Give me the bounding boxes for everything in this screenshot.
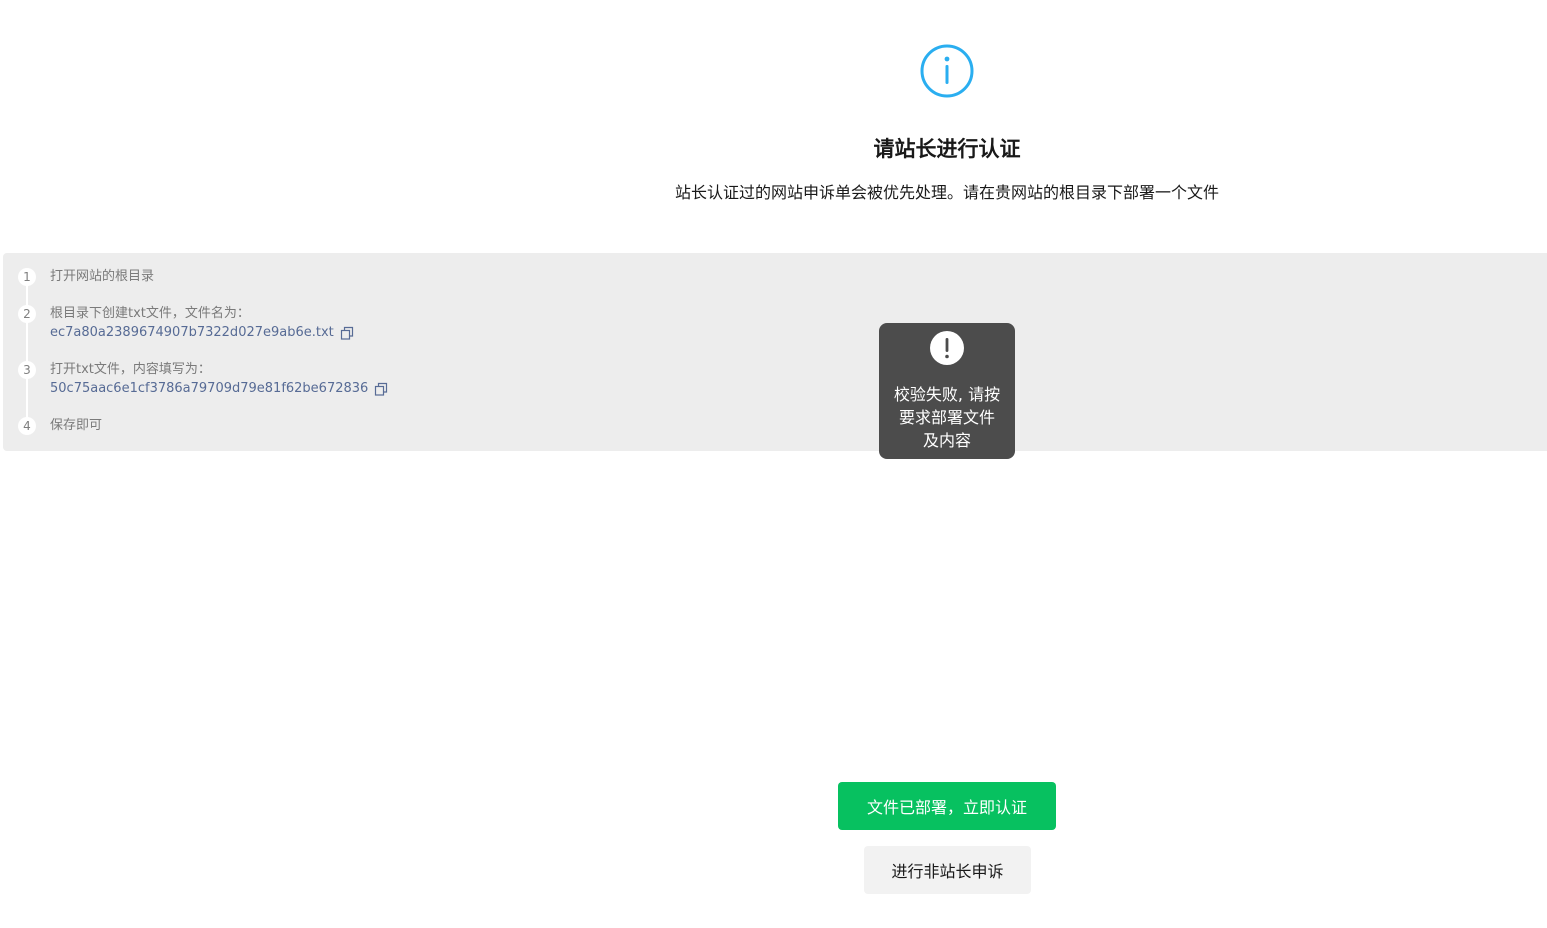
exclamation-circle-icon <box>930 331 964 365</box>
steps-connector-line <box>26 278 28 426</box>
copy-icon[interactable] <box>374 382 388 396</box>
file-content-value[interactable]: 50c75aac6e1cf3786a79709d79e81f62be672836 <box>50 381 368 396</box>
step-number: 3 <box>18 361 36 379</box>
error-toast: 校验失败, 请按 要求部署文件 及内容 <box>879 323 1015 459</box>
step-text: 打开txt文件，内容填写为： <box>50 362 211 377</box>
steps-panel <box>3 253 1547 451</box>
non-owner-appeal-button[interactable]: 进行非站长申诉 <box>864 846 1031 894</box>
file-content-row: 50c75aac6e1cf3786a79709d79e81f62be672836 <box>50 380 388 398</box>
verification-page: 请站长进行认证 站长认证过的网站申诉单会被优先处理。请在贵网站的根目录下部署一个… <box>0 0 1547 928</box>
toast-message: 校验失败, 请按 要求部署文件 及内容 <box>893 385 1001 450</box>
step-number: 2 <box>18 305 36 323</box>
page-title: 请站长进行认证 <box>873 137 1021 161</box>
copy-icon[interactable] <box>340 326 354 340</box>
step-number: 4 <box>18 417 36 435</box>
info-circle-icon <box>920 44 974 98</box>
step-text: 根目录下创建txt文件，文件名为： <box>50 306 250 321</box>
file-name-row: ec7a80a2389674907b7322d027e9ab6e.txt <box>50 324 354 342</box>
step-text: 保存即可 <box>50 418 103 433</box>
step-text: 打开网站的根目录 <box>50 269 155 284</box>
file-name-value[interactable]: ec7a80a2389674907b7322d027e9ab6e.txt <box>50 325 334 340</box>
step-number: 1 <box>18 268 36 286</box>
page-description: 站长认证过的网站申诉单会被优先处理。请在贵网站的根目录下部署一个文件 <box>674 183 1219 202</box>
verify-now-button[interactable]: 文件已部署，立即认证 <box>838 782 1056 830</box>
